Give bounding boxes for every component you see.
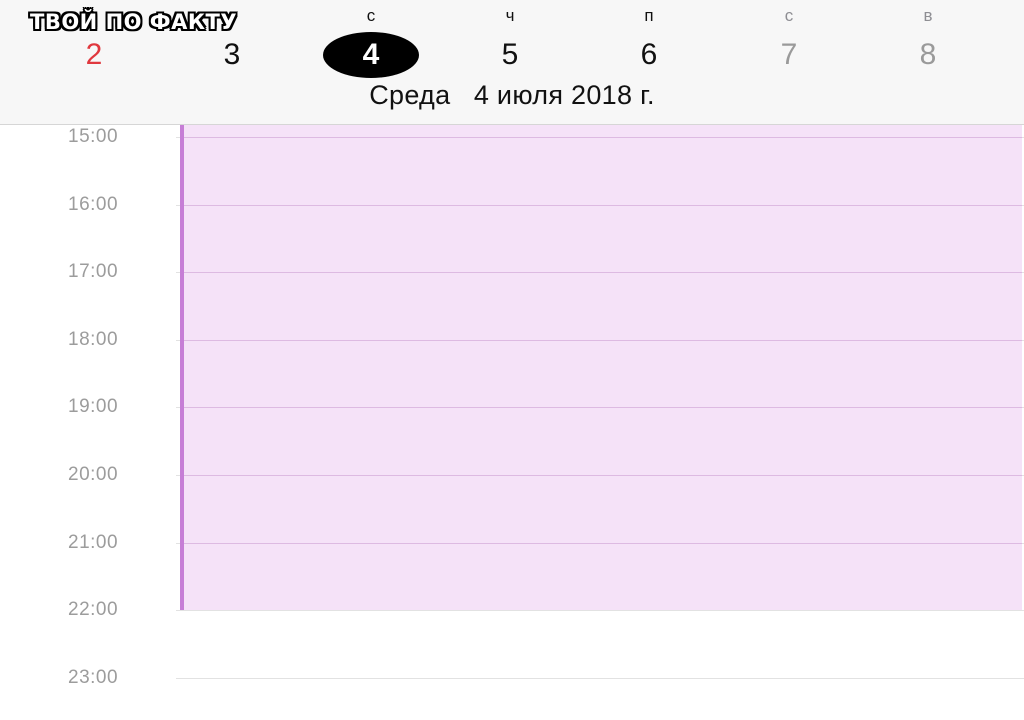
hour-label-17: 17:00 (68, 261, 119, 282)
hour-label-21: 21:00 (68, 532, 119, 553)
calendar-event-block[interactable] (180, 125, 1022, 610)
event-hour-gridline (184, 272, 1022, 273)
event-hour-gridline (184, 137, 1022, 138)
weekday-label: с (366, 6, 376, 25)
day-friday-6[interactable]: п 6 (579, 0, 719, 82)
event-hour-gridline (184, 205, 1022, 206)
day-sunday-8[interactable]: в 8 (858, 0, 998, 82)
day-number[interactable]: 3 (184, 32, 280, 78)
day-number[interactable]: 8 (880, 32, 976, 78)
hour-label-15: 15:00 (68, 126, 119, 147)
day-number[interactable]: 5 (462, 32, 558, 78)
day-saturday-7[interactable]: с 7 (719, 0, 859, 82)
day-number[interactable]: 7 (741, 32, 837, 78)
weekday-label: с (784, 6, 794, 25)
day-wednesday-4-selected[interactable]: с 4 (301, 0, 441, 82)
selected-day-number[interactable]: 4 (323, 32, 419, 78)
calendar-app: 2 3 с 4 ч 5 п 6 с 7 в 8 Среда 4 июля 201… (0, 0, 1024, 720)
day-number[interactable]: 6 (601, 32, 697, 78)
hour-label-19: 19:00 (68, 396, 119, 417)
hour-label-23: 23:00 (68, 667, 119, 688)
hour-label-22: 22:00 (68, 599, 119, 620)
hour-label-18: 18:00 (68, 329, 119, 350)
event-hour-gridline (184, 340, 1022, 341)
day-number[interactable]: 2 (46, 32, 142, 78)
day-timeline[interactable]: 15:00 16:00 17:00 18:00 19:00 20:00 21:0… (0, 125, 1024, 720)
hour-label-20: 20:00 (68, 464, 119, 485)
hour-gridline (176, 678, 1024, 679)
event-hour-gridline (184, 543, 1022, 544)
hour-label-16: 16:00 (68, 194, 119, 215)
event-hour-gridline (184, 475, 1022, 476)
weekday-label: в (923, 6, 933, 25)
event-hour-gridline (184, 407, 1022, 408)
watermark-caption: ТВОЙ ПО ФАКТУ (30, 10, 238, 34)
hour-gridline (176, 610, 1024, 611)
selected-date-title: Среда 4 июля 2018 г. (369, 80, 655, 110)
weekday-label: ч (505, 6, 515, 25)
weekday-label: п (644, 6, 654, 25)
day-thursday-5[interactable]: ч 5 (440, 0, 580, 82)
